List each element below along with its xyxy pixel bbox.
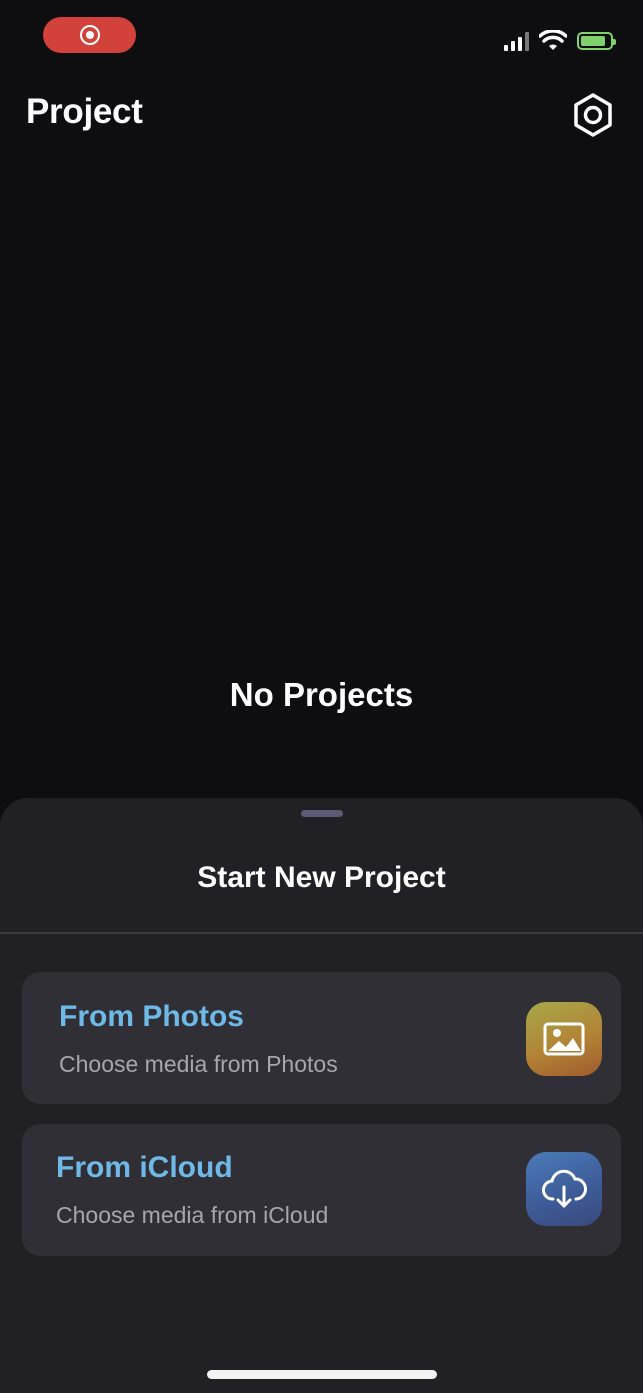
cellular-signal-icon (504, 31, 529, 51)
from-photos-option[interactable]: From Photos Choose media from Photos (22, 972, 621, 1104)
settings-button[interactable] (570, 92, 616, 138)
sheet-grabber[interactable] (301, 810, 343, 817)
page-title: Project (26, 92, 143, 131)
from-icloud-option[interactable]: From iCloud Choose media from iCloud (22, 1124, 621, 1256)
option-title: From Photos (59, 1000, 244, 1033)
gear-icon (574, 93, 612, 137)
status-icons (504, 28, 616, 54)
home-indicator[interactable] (207, 1370, 437, 1379)
wifi-icon (539, 30, 567, 50)
battery-charging-icon (577, 32, 616, 50)
option-subtitle: Choose media from iCloud (56, 1202, 329, 1228)
option-subtitle: Choose media from Photos (59, 1051, 338, 1077)
sheet-title: Start New Project (197, 861, 446, 894)
screen-recording-indicator[interactable] (43, 17, 136, 53)
battery-level (581, 36, 605, 46)
cloud-download-icon (526, 1152, 602, 1226)
divider (0, 932, 643, 934)
record-icon (79, 25, 100, 45)
start-project-sheet: Start New Project From Photos Choose med… (0, 798, 643, 1393)
photo-icon (526, 1002, 602, 1076)
empty-state-message: No Projects (229, 676, 414, 713)
option-title: From iCloud (56, 1151, 233, 1184)
